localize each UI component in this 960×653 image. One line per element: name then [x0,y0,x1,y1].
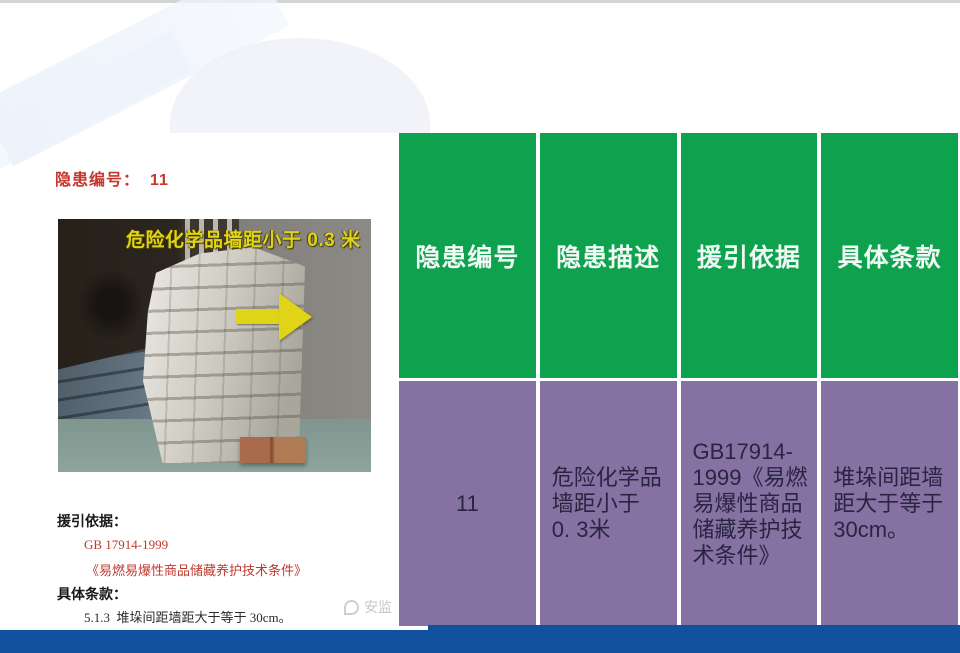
table-cell-hazard-no: 11 [399,381,536,626]
hazard-photo: 危险化学品墙距小于 0.3 米 [58,219,371,472]
photo-sack-stack [143,247,305,463]
table-cell-basis: GB17914- 1999《易燃 易爆性商品 储藏养护技 术条件》 [681,381,818,626]
watermark: 安监 [344,597,392,617]
hazard-table: 隐患编号 隐患描述 援引依据 具体条款 11 危险化学品 墙距小于 0. 3米 … [399,133,958,626]
hazard-number-title: 隐患编号： 11 [55,166,169,190]
hazard-number-value: 11 [150,172,169,189]
bottom-bar [0,630,960,653]
basis-label: 援引依据： [57,511,127,531]
top-border-line [0,0,960,3]
watermark-text: 安监 [364,597,392,617]
table-header-hazard-no: 隐患编号 [399,133,536,378]
watermark-logo-icon [344,600,359,615]
hazard-number-label: 隐患编号： [55,172,140,189]
photo-dark-stack [66,257,156,352]
basis-code: GB 17914-1999 [84,537,168,553]
table-header-basis: 援引依据 [681,133,818,378]
photo-brick-support [240,437,306,463]
table-header-description: 隐患描述 [540,133,677,378]
right-arrow-icon [236,309,281,324]
clause-text: 5.1.3 堆垛间距墙距大于等于 30cm。 [84,607,292,626]
right-arrow-head-icon [279,293,312,341]
table-cell-description: 危险化学品 墙距小于 0. 3米 [540,381,677,626]
slide: 隐患编号： 11 危险化学品墙距小于 0.3 米 援引依据： GB 17914-1… [0,0,960,653]
clause-label: 具体条款： [57,584,127,604]
table-header-clause: 具体条款 [821,133,958,378]
basis-title: 《易燃易爆性商品储藏养护技术条件》 [86,560,307,579]
table-cell-clause: 堆垛间距墙 距大于等于 30cm。 [821,381,958,626]
photo-caption: 危险化学品墙距小于 0.3 米 [126,225,366,252]
